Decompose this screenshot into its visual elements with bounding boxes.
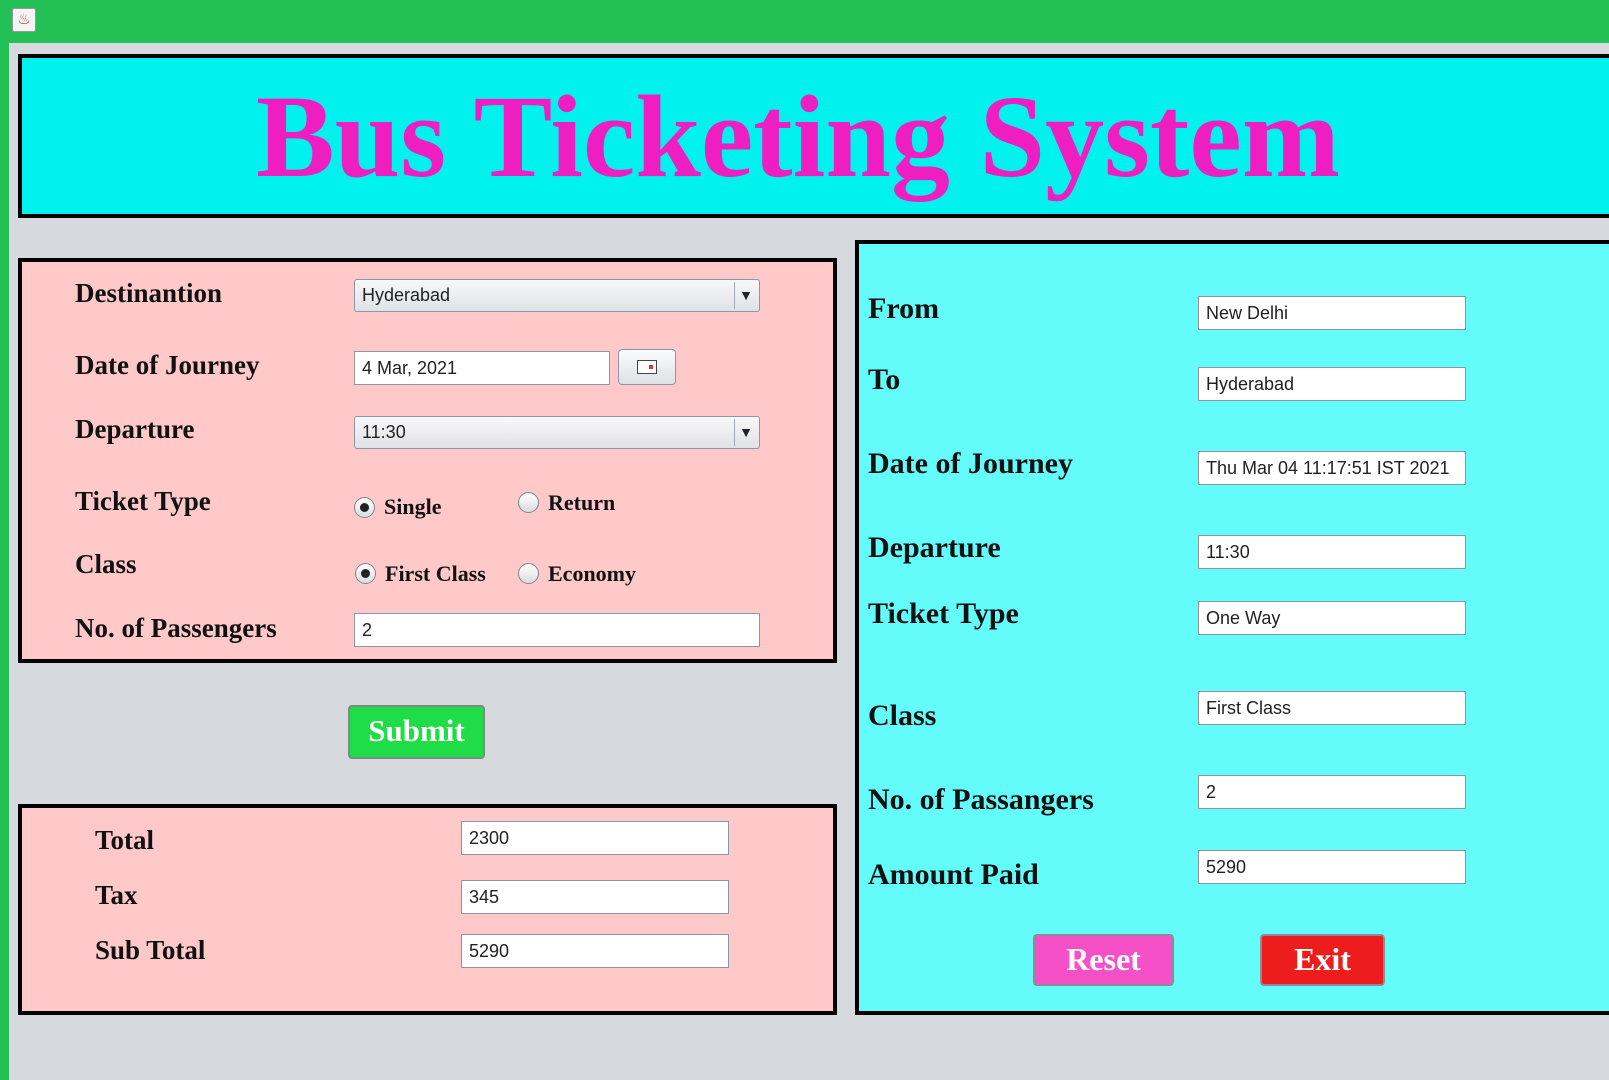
total-field[interactable]: 2300 — [461, 821, 729, 855]
subtotal-field[interactable]: 5290 — [461, 934, 729, 968]
summary-departure-label: Departure — [868, 531, 1001, 564]
date-of-journey-field[interactable]: 4 Mar, 2021 — [354, 351, 610, 385]
summary-passengers-field[interactable]: 2 — [1198, 775, 1466, 809]
window-titlebar — [0, 0, 1609, 43]
submit-button[interactable]: Submit — [348, 705, 485, 759]
departure-selected-value: 11:30 — [362, 422, 406, 442]
date-picker-button[interactable] — [618, 349, 676, 385]
summary-passengers-label: No. of Passangers — [868, 783, 1094, 816]
summary-from-label: From — [868, 292, 940, 325]
exit-button[interactable]: Exit — [1260, 934, 1385, 986]
tax-field[interactable]: 345 — [461, 880, 729, 914]
date-of-journey-label: Date of Journey — [75, 350, 260, 380]
single-radio-label[interactable]: Single — [384, 494, 441, 520]
calendar-icon — [637, 360, 657, 374]
tax-label: Tax — [95, 880, 138, 910]
summary-date-label: Date of Journey — [868, 447, 1073, 480]
summary-ticket-type-label: Ticket Type — [868, 597, 1019, 630]
reset-button[interactable]: Reset — [1033, 934, 1174, 986]
window-border — [0, 43, 9, 1080]
destination-selected-value: Hyderabad — [362, 285, 451, 305]
single-radio[interactable] — [354, 497, 375, 518]
summary-class-field[interactable]: First Class — [1198, 691, 1466, 725]
departure-label: Departure — [75, 414, 195, 444]
booking-form-panel — [18, 258, 837, 663]
economy-radio-label[interactable]: Economy — [548, 561, 636, 587]
app-title: Bus Ticketing System — [255, 71, 1341, 202]
summary-departure-field[interactable]: 11:30 — [1198, 535, 1466, 569]
class-label: Class — [75, 549, 137, 579]
title-banner: Bus Ticketing System — [18, 54, 1609, 218]
destination-label: Destinantion — [75, 278, 223, 308]
total-label: Total — [95, 825, 155, 855]
summary-from-field[interactable]: New Delhi — [1198, 296, 1466, 330]
first-class-radio-label[interactable]: First Class — [385, 561, 486, 587]
summary-to-label: To — [868, 363, 901, 396]
departure-select[interactable]: 11:30 ▼ — [354, 416, 760, 449]
summary-ticket-type-field[interactable]: One Way — [1198, 601, 1466, 635]
summary-to-field[interactable]: Hyderabad — [1198, 367, 1466, 401]
summary-date-field[interactable]: Thu Mar 04 11:17:51 IST 2021 — [1198, 451, 1466, 485]
first-class-radio[interactable] — [355, 563, 376, 584]
summary-class-label: Class — [868, 699, 937, 732]
destination-select[interactable]: Hyderabad ▼ — [354, 279, 760, 312]
summary-amount-label: Amount Paid — [868, 858, 1039, 891]
passengers-field[interactable]: 2 — [354, 613, 760, 647]
ticket-type-label: Ticket Type — [75, 486, 211, 516]
java-cup-icon[interactable]: ♨ — [12, 8, 36, 32]
chevron-down-icon[interactable]: ▼ — [734, 419, 757, 446]
economy-radio[interactable] — [518, 563, 539, 584]
return-radio-label[interactable]: Return — [548, 490, 615, 516]
subtotal-label: Sub Total — [95, 935, 206, 965]
return-radio[interactable] — [518, 492, 539, 513]
summary-amount-field[interactable]: 5290 — [1198, 850, 1466, 884]
chevron-down-icon[interactable]: ▼ — [734, 282, 757, 309]
passengers-label: No. of Passengers — [75, 613, 277, 643]
